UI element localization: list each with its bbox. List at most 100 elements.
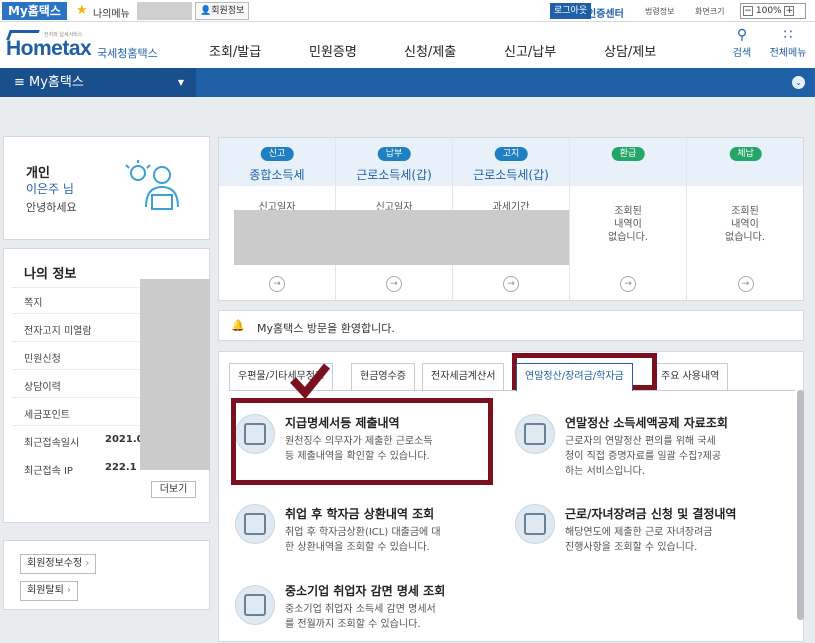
my-menu-link[interactable]: 나의메뉴 <box>93 5 130 20</box>
edit-member-info-button[interactable]: 회원정보수정 › <box>20 554 97 574</box>
service-desc: 를 전월까지 조회할 수 있습니다. <box>285 619 421 630</box>
user-type: 개인 <box>26 166 50 181</box>
my-info-tax-points[interactable]: 세금포인트 <box>24 406 70 421</box>
user-illustration-icon <box>125 160 179 210</box>
badge-report: 신고 <box>260 147 294 161</box>
search-document-icon <box>515 414 555 454</box>
member-info-label: 회원정보 <box>211 6 245 16</box>
service-title[interactable]: 연말정산 소득세액공제 자료조회 <box>565 414 728 431</box>
service-desc: 근로자의 연말정산 편의를 위해 국세 <box>565 436 716 447</box>
my-hometax-button[interactable]: My홈택스 <box>2 2 67 20</box>
summary-head <box>570 138 686 186</box>
more-button[interactable]: 더보기 <box>151 481 196 498</box>
logo-wordmark: Hometax <box>6 37 92 60</box>
zoom-control[interactable]: − 100% + <box>740 3 806 19</box>
zoom-out-icon[interactable]: − <box>743 5 753 16</box>
arrow-right-icon[interactable]: → <box>269 276 285 292</box>
screen-size-label: 화면크기 <box>695 7 725 16</box>
welcome-message: My홈택스 방문을 환영합니다. <box>257 322 395 335</box>
arrow-right-icon[interactable]: → <box>737 276 754 292</box>
nav-report-pay[interactable]: 신고/납부 <box>504 41 556 60</box>
user-icon: 👤 <box>200 6 212 16</box>
service-desc: 해당연도에 제출한 근로 자녀장려금 <box>565 527 713 538</box>
summary-col-arrears[interactable]: 체납 조회된 내역이 없습니다. → <box>687 138 804 302</box>
my-info-last-login-value: 2021.0 <box>105 434 144 445</box>
arrow-right-icon[interactable]: → <box>386 276 402 292</box>
star-icon: ★ <box>76 3 88 18</box>
withdraw-label: 회원탈퇴 <box>27 585 64 596</box>
bell-icon: 🔔 <box>231 319 245 332</box>
service-highlight-box <box>231 398 493 485</box>
my-info-last-ip-label: 최근접속 IP <box>24 466 73 477</box>
chevron-right-icon: › <box>85 558 90 569</box>
utility-bar: My홈택스 ★ 나의메뉴 👤회원정보 로그아웃 인증센터 법령정보 화면크기 −… <box>0 0 815 22</box>
header-search-button[interactable]: ⚲ 검색 <box>727 28 757 59</box>
my-info-messages[interactable]: 쪽지 <box>24 294 42 309</box>
graduate-icon <box>235 504 275 544</box>
tax-summary-panel: 신고 종합소득세 신고일자 → 납부 근로소득세(갑) 신고일자 → 고지 근로… <box>218 137 804 302</box>
badge-notice: 고지 <box>494 147 528 161</box>
service-title[interactable]: 취업 후 학자금 상환내역 조회 <box>285 505 434 522</box>
masked-area <box>234 210 569 265</box>
tab-usage-history[interactable]: 주요 사용내역 <box>652 363 729 390</box>
my-info-panel: 나의 정보 쪽지 전자고지 미열람 민원신청 상담이력 세금포인트 최근접속일시… <box>3 248 210 523</box>
header-search-label: 검색 <box>732 48 752 59</box>
summary-head <box>687 138 803 186</box>
cert-center-link[interactable]: 인증센터 <box>587 5 624 20</box>
logout-button[interactable]: 로그아웃 <box>550 3 592 19</box>
zoom-in-icon[interactable]: + <box>784 5 795 16</box>
arrow-right-icon[interactable]: → <box>620 276 636 292</box>
my-info-title: 나의 정보 <box>24 267 77 282</box>
summary-empty: 조회된 내역이 없습니다. <box>608 206 648 243</box>
member-info-button[interactable]: 👤회원정보 <box>195 2 250 20</box>
summary-empty: 조회된 내역이 없습니다. <box>725 206 765 243</box>
my-info-civil-requests[interactable]: 민원신청 <box>24 350 61 365</box>
all-menu-label: 전체메뉴 <box>769 48 807 59</box>
withdraw-button[interactable]: 회원탈퇴 › <box>20 581 78 601</box>
nav-consult-report[interactable]: 상담/제보 <box>604 41 656 60</box>
nav-civil-certificate[interactable]: 민원증명 <box>309 41 357 60</box>
tab-cash-receipt[interactable]: 현금영수증 <box>351 363 415 390</box>
my-info-last-login-label: 최근접속일시 <box>24 438 80 449</box>
service-title[interactable]: 중소기업 취업자 감면 명세 조회 <box>285 582 445 599</box>
my-hometax-menu-toggle[interactable]: ≡ My홈택스 ▼ <box>0 68 196 97</box>
service-desc: 중소기업 취업자 소득세 감면 명세서 <box>285 604 436 615</box>
header: 전자와 납세서비스 Hometax 국세청홈택스 조회/발급 민원증명 신청/제… <box>0 22 815 68</box>
chevron-down-icon[interactable]: ⌄ <box>792 76 805 89</box>
caret-down-icon: ▼ <box>177 78 184 87</box>
zoom-value: 100% <box>755 6 782 16</box>
worker-icon <box>235 585 275 625</box>
edit-document-icon <box>515 504 555 544</box>
service-title[interactable]: 근로/자녀장려금 신청 및 결정내역 <box>565 505 736 522</box>
nav-inquiry-issue[interactable]: 조회/발급 <box>209 41 261 60</box>
summary-name: 근로소득세(갑) <box>473 168 549 182</box>
nav-apply-submit[interactable]: 신청/제출 <box>404 41 456 60</box>
tab-e-tax-invoice[interactable]: 전자세금계산서 <box>422 363 505 390</box>
nts-name: 국세청홈택스 <box>97 47 158 60</box>
arrow-right-icon[interactable]: → <box>503 276 519 292</box>
my-info-consult-history[interactable]: 상담이력 <box>24 378 61 393</box>
chevron-right-icon: › <box>67 585 71 596</box>
my-hometax-bar: ≡ My홈택스 ▼ ⌄ <box>0 68 815 97</box>
service-desc: 청이 직접 증명자료를 일괄 수집?제공 <box>565 451 722 462</box>
summary-name: 종합소득세 <box>249 168 305 182</box>
masked-area <box>140 279 210 470</box>
my-info-unread-notices[interactable]: 전자고지 미열람 <box>24 322 92 337</box>
service-desc: 취업 후 학자금상환(ICL) 대출금에 대 <box>285 527 441 538</box>
user-name: 이은주 님 <box>26 182 74 196</box>
badge-pay: 납부 <box>377 147 411 161</box>
scrollbar[interactable] <box>797 390 804 620</box>
my-info-last-ip-value: 222.1 <box>105 462 137 473</box>
service-desc: 하는 서비스입니다. <box>565 466 645 477</box>
summary-col-refund[interactable]: 환급 조회된 내역이 없습니다. → <box>570 138 687 302</box>
masked-area <box>137 2 192 20</box>
my-hometax-bar-title: ≡ My홈택스 <box>14 75 84 90</box>
all-menu-button[interactable]: ∷ 전체메뉴 <box>763 28 813 59</box>
law-info-link[interactable]: 법령정보 <box>645 6 674 17</box>
search-icon: ⚲ <box>736 27 748 43</box>
grid-icon: ∷ <box>783 27 793 43</box>
user-panel: 개인 이은주 님 안녕하세요 <box>3 136 210 240</box>
service-desc: 한 상환내역을 조회할 수 있습니다. <box>285 542 430 553</box>
user-greeting: 안녕하세요 <box>26 201 77 214</box>
tab-year-end-settlement[interactable]: 연말정산/장려금/학자금 <box>516 363 633 391</box>
